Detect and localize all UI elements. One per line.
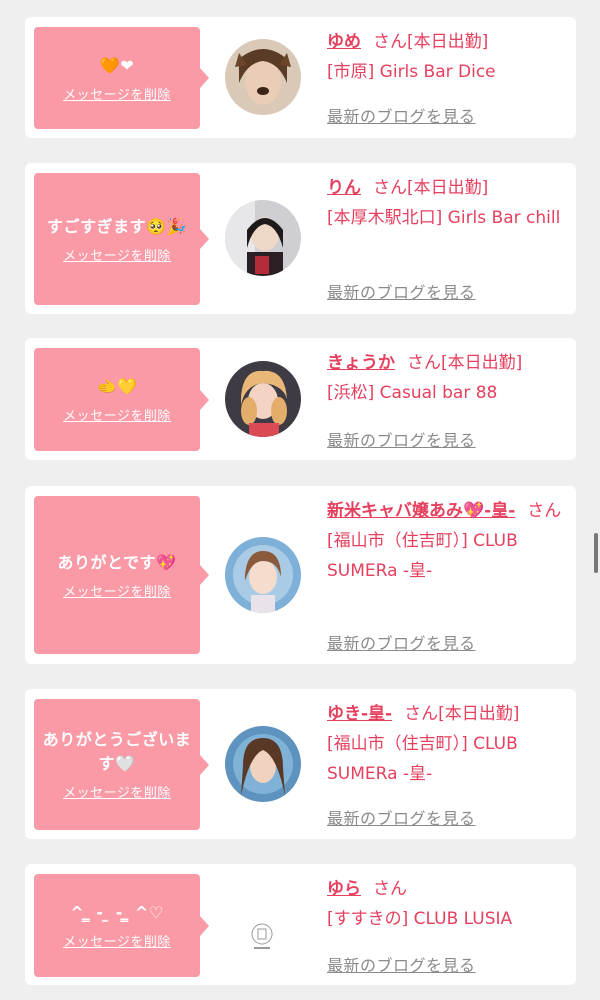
delete-message-link[interactable]: メッセージを削除 <box>63 931 171 950</box>
name-line: きょうか さん[本日出勤] <box>327 348 567 378</box>
honorific: さん <box>373 178 407 198</box>
cast-name-link[interactable]: りん <box>327 178 361 198</box>
cast-name-link[interactable]: ゆめ <box>327 32 361 52</box>
message-bubble: 🧡❤ メッセージを削除 <box>34 27 209 129</box>
blog-link[interactable]: 最新のブログを見る <box>327 279 476 303</box>
message-bubble: ありがとうございます🤍 メッセージを削除 <box>34 699 209 830</box>
cast-name-link[interactable]: ゆら <box>327 879 361 899</box>
cast-name-link[interactable]: きょうか <box>327 353 395 373</box>
message-card: ありがとです💖 メッセージを削除 新米キャバ嬢あみ💖-皇- さん [福山市（住吉町… <box>25 486 576 664</box>
shop-name: [本厚木駅北口] Girls Bar chill <box>327 208 561 228</box>
name-line: 新米キャバ嬢あみ💖-皇- さん <box>327 496 567 526</box>
status-label: [本日出勤] <box>407 32 489 52</box>
delete-message-link[interactable]: メッセージを削除 <box>63 405 171 424</box>
message-bubble: ^ ̳ - ̫ - ̳ ^♡ メッセージを削除 <box>34 874 209 977</box>
shop-name: [すすきの] CLUB LUSIA <box>327 909 513 929</box>
cast-info: ゆら さん [すすきの] CLUB LUSIA <box>327 874 567 934</box>
shop-name: [浜松] Casual bar 88 <box>327 383 498 403</box>
cast-info: きょうか さん[本日出勤] [浜松] Casual bar 88 <box>327 348 567 408</box>
message-text: 🧡❤ <box>99 55 135 75</box>
honorific: さん <box>404 704 439 724</box>
delete-message-link[interactable]: メッセージを削除 <box>63 245 171 264</box>
scrollbar[interactable] <box>594 533 598 573</box>
honorific: さん <box>373 32 407 52</box>
cast-info: ゆめ さん[本日出勤] [市原] Girls Bar Dice <box>327 27 567 87</box>
delete-message-link[interactable]: メッセージを削除 <box>63 84 171 103</box>
message-text: 🫲💛 <box>96 377 138 396</box>
delete-message-link[interactable]: メッセージを削除 <box>63 581 171 600</box>
shop-name: [福山市（住吉町）] CLUB SUMERa -皇- <box>327 734 518 784</box>
message-card: 🫲💛 メッセージを削除 きょうか さん[本日出勤] [浜松] Casual bar… <box>25 338 576 460</box>
delete-message-link[interactable]: メッセージを削除 <box>63 782 171 801</box>
avatar[interactable] <box>225 200 301 276</box>
name-line: ゆら さん <box>327 874 567 904</box>
shop-name: [市原] Girls Bar Dice <box>327 62 496 82</box>
message-card: 🧡❤ メッセージを削除 ゆめ さん[本日出勤] [市原] Girls Bar Di… <box>25 17 576 138</box>
message-bubble: すごすぎます🥺🎉 メッセージを削除 <box>34 173 209 305</box>
avatar[interactable] <box>225 39 301 115</box>
message-text: すごすぎます🥺🎉 <box>46 216 187 236</box>
message-text: ありがとです💖 <box>57 552 177 572</box>
avatar[interactable] <box>225 361 301 437</box>
message-card: すごすぎます🥺🎉 メッセージを削除 りん さん[本日出勤] [本厚木駅北口] Gi… <box>25 163 576 314</box>
name-line: ゆき-皇- さん[本日出勤] <box>327 699 567 729</box>
cast-info: 新米キャバ嬢あみ💖-皇- さん [福山市（住吉町）] CLUB SUMERa -皇… <box>327 496 567 586</box>
cast-info: りん さん[本日出勤] [本厚木駅北口] Girls Bar chill <box>327 173 567 233</box>
blog-link[interactable]: 最新のブログを見る <box>327 427 476 451</box>
message-bubble: 🫲💛 メッセージを削除 <box>34 348 209 451</box>
honorific: さん <box>527 501 562 521</box>
avatar[interactable] <box>225 537 301 613</box>
message-card: ありがとうございます🤍 メッセージを削除 ゆき-皇- さん[本日出勤] [福山市（… <box>25 689 576 839</box>
blog-link[interactable]: 最新のブログを見る <box>327 630 476 654</box>
message-text: ^ ̳ - ̫ - ̳ ^♡ <box>70 903 164 922</box>
name-line: ゆめ さん[本日出勤] <box>327 27 567 57</box>
honorific: さん <box>373 879 407 899</box>
message-card: ^ ̳ - ̫ - ̳ ^♡ メッセージを削除 ゆら さん [すすきの] CLUB… <box>25 864 576 985</box>
shop-name: [福山市（住吉町）] CLUB SUMERa -皇- <box>327 531 518 581</box>
honorific: さん <box>407 353 441 373</box>
blog-link[interactable]: 最新のブログを見る <box>327 952 476 976</box>
blog-link[interactable]: 最新のブログを見る <box>327 805 476 829</box>
message-bubble: ありがとです💖 メッセージを削除 <box>34 496 209 654</box>
blog-link[interactable]: 最新のブログを見る <box>327 103 476 127</box>
status-label: [本日出勤] <box>441 353 523 373</box>
status-label: [本日出勤] <box>407 178 489 198</box>
avatar[interactable] <box>225 726 301 802</box>
message-text: ありがとうございます🤍 <box>42 730 192 773</box>
shop-logo-icon[interactable] <box>247 922 277 952</box>
status-label: [本日出勤] <box>438 704 520 724</box>
cast-name-link[interactable]: 新米キャバ嬢あみ💖-皇- <box>327 501 515 521</box>
cast-info: ゆき-皇- さん[本日出勤] [福山市（住吉町）] CLUB SUMERa -皇- <box>327 699 567 789</box>
name-line: りん さん[本日出勤] <box>327 173 567 203</box>
cast-name-link[interactable]: ゆき-皇- <box>327 704 392 724</box>
